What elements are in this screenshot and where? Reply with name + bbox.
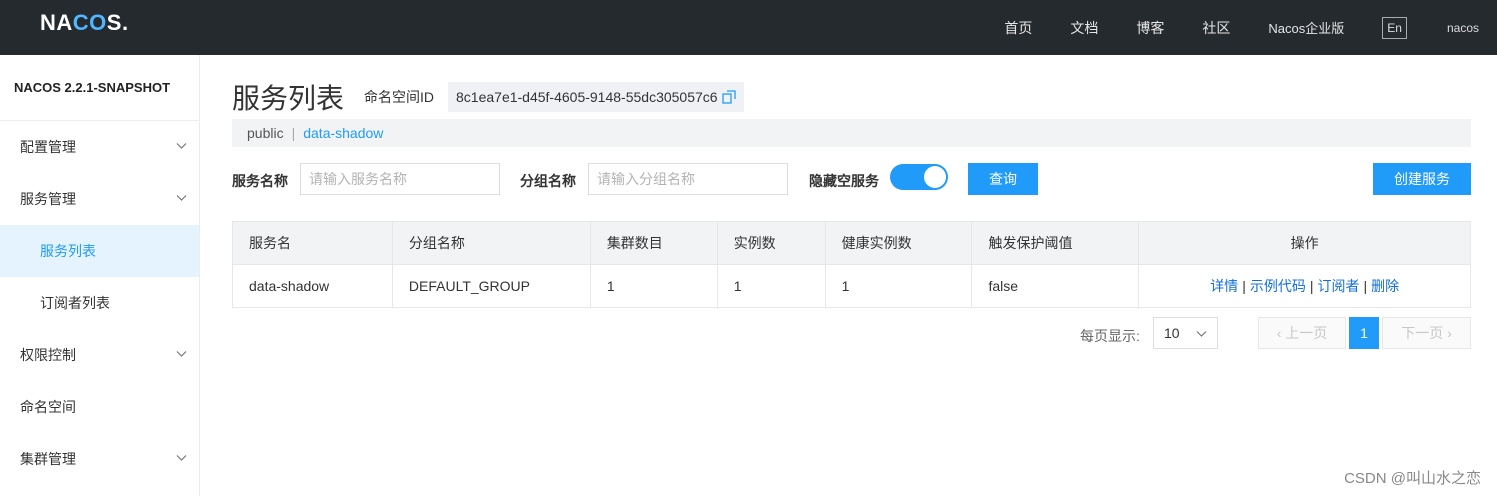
column-header: 健康实例数: [824, 221, 973, 265]
nav-docs[interactable]: 文档: [1070, 18, 1098, 38]
title-row: 服务列表 命名空间ID 8c1ea7e1-d45f-4605-9148-55dc…: [232, 77, 744, 117]
column-header: 操作: [1138, 221, 1471, 265]
cell-operations: 详情 | 示例代码 | 订阅者 | 删除: [1138, 264, 1471, 308]
sidebar-item-subscriber-list[interactable]: 订阅者列表: [0, 277, 199, 329]
service-name-label: 服务名称: [232, 173, 288, 189]
csdn-watermark: CSDN @叫山水之恋: [1344, 470, 1481, 487]
query-button[interactable]: 查询: [968, 163, 1038, 195]
filter-row: 服务名称 分组名称 隐藏空服务 查询 创建服务: [232, 163, 1471, 195]
sidebar-item-namespace[interactable]: 命名空间: [0, 381, 199, 433]
sidebar-item-label: 配置管理: [20, 139, 76, 155]
chevron-right-icon: ›: [1447, 325, 1452, 341]
namespace-public-link[interactable]: public: [247, 125, 284, 141]
group-name-input[interactable]: [588, 163, 788, 195]
service-name-input[interactable]: [300, 163, 500, 195]
copy-icon[interactable]: [721, 90, 736, 104]
top-bar: NACOS. 首页 文档 博客 社区 Nacos企业版 En nacos: [0, 0, 1497, 55]
chevron-down-icon: [1196, 331, 1207, 337]
toggle-knob: [924, 166, 946, 188]
cell-cluster-count: 1: [589, 264, 718, 308]
per-page-value: 10: [1164, 325, 1180, 341]
chevron-down-icon: [176, 351, 187, 357]
top-nav: 首页 文档 博客 社区 Nacos企业版 En nacos: [1004, 0, 1497, 55]
prev-page-label: 上一页: [1285, 325, 1328, 341]
version-label: NACOS 2.2.1-SNAPSHOT: [0, 55, 199, 121]
sidebar-item-label: 订阅者列表: [40, 295, 110, 311]
sidebar-item-label: 集群管理: [20, 451, 76, 467]
sidebar-item-label: 权限控制: [20, 347, 76, 363]
next-page-button[interactable]: 下一页 ›: [1382, 317, 1471, 349]
sidebar-item-service-list[interactable]: 服务列表: [0, 225, 199, 277]
per-page-select[interactable]: 10: [1153, 317, 1218, 349]
table-header-row: 服务名 分组名称 集群数目 实例数 健康实例数 触发保护阈值 操作: [232, 221, 1471, 265]
nav-blog[interactable]: 博客: [1136, 18, 1164, 38]
sidebar-item-label: 服务管理: [20, 191, 76, 207]
nacos-logo[interactable]: NACOS.: [40, 10, 129, 36]
column-header: 服务名: [232, 221, 393, 265]
per-page-label: 每页显示:: [1080, 328, 1140, 344]
namespace-separator: |: [291, 125, 296, 141]
namespace-current-link[interactable]: data-shadow: [303, 125, 383, 141]
column-header: 集群数目: [589, 221, 718, 265]
sidebar-item-label: 命名空间: [20, 399, 76, 415]
hide-empty-label: 隐藏空服务: [809, 173, 879, 189]
cell-protect-threshold: false: [971, 264, 1140, 308]
pagination: 每页显示: 10 ‹ 上一页 1 下一页 ›: [232, 317, 1471, 349]
delete-link[interactable]: 删除: [1371, 278, 1399, 294]
sidebar: NACOS 2.2.1-SNAPSHOT 配置管理 服务管理 服务列表 订阅者列…: [0, 55, 200, 496]
cell-group-name: DEFAULT_GROUP: [391, 264, 591, 308]
nav-home[interactable]: 首页: [1004, 18, 1032, 38]
detail-link[interactable]: 详情: [1210, 278, 1238, 294]
sidebar-item-label: 服务列表: [40, 243, 96, 259]
chevron-down-icon: [176, 143, 187, 149]
language-switch-button[interactable]: En: [1382, 16, 1407, 39]
column-header: 分组名称: [391, 221, 591, 265]
sidebar-item-service-management[interactable]: 服务管理: [0, 173, 199, 225]
prev-page-button[interactable]: ‹ 上一页: [1258, 317, 1346, 349]
op-separator: |: [1242, 278, 1246, 294]
namespace-id-label: 命名空间ID: [364, 89, 435, 105]
column-header: 实例数: [716, 221, 826, 265]
namespace-bar: public | data-shadow: [232, 119, 1471, 147]
column-header: 触发保护阈值: [971, 221, 1140, 265]
subscriber-link[interactable]: 订阅者: [1317, 278, 1359, 294]
user-name[interactable]: nacos: [1447, 21, 1479, 35]
service-table: 服务名 分组名称 集群数目 实例数 健康实例数 触发保护阈值 操作 data-s…: [232, 221, 1471, 308]
next-page-label: 下一页: [1401, 325, 1444, 341]
chevron-left-icon: ‹: [1276, 325, 1282, 341]
table-row: data-shadow DEFAULT_GROUP 1 1 1 false 详情…: [232, 264, 1471, 308]
page-title: 服务列表: [232, 83, 345, 114]
chevron-down-icon: [176, 455, 187, 461]
cell-service-name: data-shadow: [232, 264, 393, 308]
namespace-id-value: 8c1ea7e1-d45f-4605-9148-55dc305057c6: [456, 89, 718, 105]
sidebar-item-config-management[interactable]: 配置管理: [0, 121, 199, 173]
chevron-down-icon: [176, 195, 187, 201]
page-number-button[interactable]: 1: [1349, 317, 1379, 349]
hide-empty-toggle[interactable]: [890, 164, 948, 190]
sidebar-item-access-control[interactable]: 权限控制: [0, 329, 199, 381]
create-service-button[interactable]: 创建服务: [1373, 163, 1471, 195]
namespace-id-box: 8c1ea7e1-d45f-4605-9148-55dc305057c6: [448, 82, 744, 112]
op-separator: |: [1363, 278, 1368, 294]
sample-code-link[interactable]: 示例代码: [1250, 278, 1306, 294]
nav-community[interactable]: 社区: [1202, 18, 1230, 38]
cell-healthy-count: 1: [824, 264, 973, 308]
sidebar-item-cluster-management[interactable]: 集群管理: [0, 433, 199, 485]
nav-enterprise[interactable]: Nacos企业版: [1268, 18, 1344, 37]
cell-instance-count: 1: [716, 264, 826, 308]
group-name-label: 分组名称: [520, 173, 576, 189]
op-separator: |: [1309, 278, 1314, 294]
